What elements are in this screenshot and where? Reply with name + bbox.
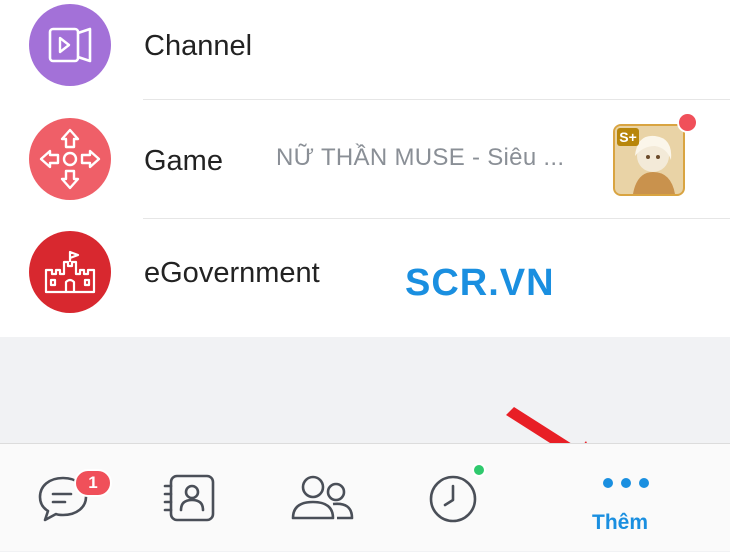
egovernment-label: eGovernment [144, 257, 320, 289]
more-dots-icon [603, 478, 649, 488]
game-character-image: S+ [615, 126, 683, 194]
contacts-book-icon [163, 474, 215, 522]
channel-label: Channel [144, 30, 253, 62]
game-icon-circle [29, 118, 111, 200]
group-people-icon [291, 475, 354, 520]
game-promo-text: NỮ THẦN MUSE - Siêu ... [276, 144, 565, 171]
dpad-icon [39, 128, 101, 190]
grade-badge: S+ [619, 129, 637, 145]
tab-messages[interactable] [30, 444, 96, 552]
tab-timeline[interactable] [425, 444, 481, 552]
channel-play-icon [48, 27, 92, 63]
tab-groups[interactable] [288, 444, 358, 552]
channel-icon-circle [29, 4, 111, 86]
notification-dot [677, 112, 698, 133]
timeline-new-dot [472, 463, 486, 477]
egovernment-icon-circle [29, 231, 111, 313]
list-item-channel[interactable]: Channel [0, 0, 730, 102]
clock-icon [429, 475, 477, 523]
game-label: Game [144, 145, 223, 177]
feature-list: Channel Game NỮ THẦN MUSE - Siêu ... S+ … [0, 0, 730, 337]
tab-more[interactable] [590, 444, 660, 552]
castle-icon [44, 250, 96, 294]
tab-contacts[interactable] [160, 444, 220, 552]
game-thumbnail[interactable]: S+ [613, 124, 685, 196]
more-tab-label[interactable]: Thêm [592, 511, 648, 535]
list-item-egovernment[interactable]: eGovernment [0, 219, 730, 329]
watermark-text: SCR.VN [405, 262, 555, 304]
unread-badge: 1 [74, 469, 112, 497]
